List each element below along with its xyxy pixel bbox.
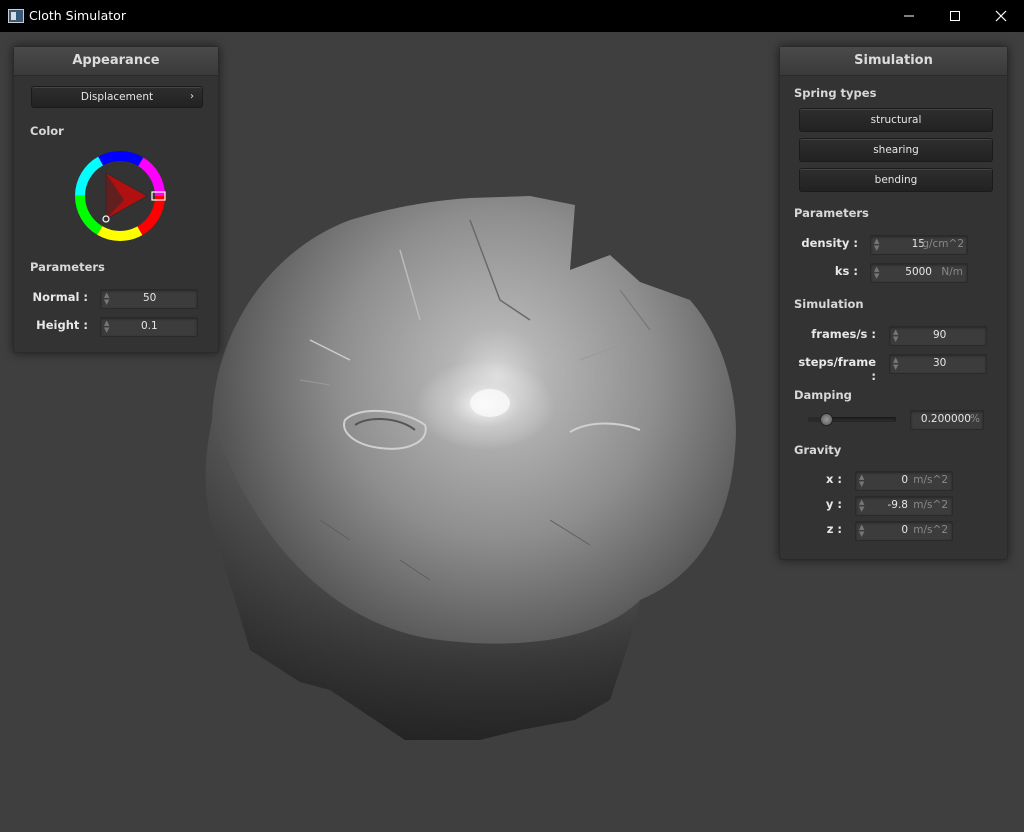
spinner-icon[interactable]: ▲ ▼ [859, 499, 867, 513]
appearance-panel: Appearance Displacement › Color Paramete… [13, 46, 219, 353]
normal-label: Normal : [32, 290, 88, 304]
steps-value: 30 [933, 357, 947, 369]
normal-value: 50 [143, 292, 157, 304]
minimize-button[interactable] [886, 0, 932, 32]
damping-unit: % [970, 413, 980, 425]
spinner-icon[interactable]: ▲ ▼ [893, 329, 901, 343]
simulation-panel: Simulation Spring types structural shear… [779, 46, 1008, 560]
gravity-x-value: 0 [901, 474, 908, 486]
maximize-button[interactable] [932, 0, 978, 32]
gravity-label: Gravity [794, 443, 842, 457]
minimize-icon [904, 15, 914, 17]
height-value: 0.1 [141, 320, 158, 332]
gravity-z-unit: m/s^2 [913, 524, 948, 536]
shader-dropdown-label: Displacement [80, 91, 154, 103]
damping-label: Damping [794, 388, 852, 402]
gravity-y-value: -9.8 [887, 499, 909, 511]
window-title: Cloth Simulator [29, 8, 126, 23]
structural-button[interactable]: structural [799, 108, 993, 132]
damping-value: 0.200000 [920, 413, 971, 425]
ks-unit: N/m [941, 266, 963, 278]
gravity-x-unit: m/s^2 [913, 474, 948, 486]
ks-label: ks : [834, 264, 858, 278]
spinner-icon[interactable]: ▲ ▼ [859, 524, 867, 538]
spinner-icon[interactable]: ▲ ▼ [874, 238, 882, 252]
damping-slider[interactable] [808, 413, 896, 426]
color-label: Color [30, 124, 64, 138]
spinner-icon[interactable]: ▲ ▼ [104, 292, 112, 306]
spring-types-label: Spring types [794, 86, 877, 100]
density-label: density : [801, 236, 858, 250]
gravity-x-label: x : [825, 472, 842, 486]
gravity-z-input[interactable]: ▲ ▼ 0 m/s^2 [855, 521, 953, 541]
density-unit: g/cm^2 [922, 238, 964, 250]
gravity-x-input[interactable]: ▲ ▼ 0 m/s^2 [855, 471, 953, 491]
ks-input[interactable]: ▲ ▼ 5000 N/m [870, 263, 968, 283]
damping-input[interactable]: 0.200000 % [910, 410, 984, 430]
spinner-icon[interactable]: ▲ ▼ [893, 357, 901, 371]
normal-input[interactable]: ▲ ▼ 50 [100, 289, 198, 309]
damping-slider-knob[interactable] [820, 413, 834, 426]
appearance-parameters-label: Parameters [30, 260, 105, 274]
maximize-icon [950, 11, 960, 21]
app-icon [8, 9, 24, 23]
bending-button[interactable]: bending [799, 168, 993, 192]
fps-value: 90 [933, 329, 947, 341]
fps-label: frames/s : [811, 327, 876, 341]
fps-input[interactable]: ▲ ▼ 90 [889, 326, 987, 346]
ks-value: 5000 [905, 266, 932, 278]
close-button[interactable] [978, 0, 1024, 32]
sim-parameters-label: Parameters [794, 206, 869, 220]
simulation-section-label: Simulation [794, 297, 864, 311]
height-label: Height : [36, 318, 88, 332]
close-icon [995, 10, 1007, 22]
steps-input[interactable]: ▲ ▼ 30 [889, 354, 987, 374]
cloth-sphere [205, 196, 736, 740]
density-input[interactable]: ▲ ▼ 15 g/cm^2 [870, 235, 968, 255]
gravity-z-value: 0 [901, 524, 908, 536]
height-input[interactable]: ▲ ▼ 0.1 [100, 317, 198, 337]
steps-label: steps/frame : [798, 355, 876, 383]
gravity-y-label: y : [825, 497, 842, 511]
gravity-z-label: z : [826, 522, 842, 536]
shader-dropdown[interactable]: Displacement › [31, 86, 203, 108]
color-wheel[interactable] [74, 150, 166, 242]
spinner-icon[interactable]: ▲ ▼ [859, 474, 867, 488]
appearance-title: Appearance [14, 47, 218, 76]
shearing-button[interactable]: shearing [799, 138, 993, 162]
spinner-icon[interactable]: ▲ ▼ [104, 320, 112, 334]
simulation-title: Simulation [780, 47, 1007, 76]
spinner-icon[interactable]: ▲ ▼ [874, 266, 882, 280]
title-bar[interactable]: Cloth Simulator [0, 0, 1024, 32]
gravity-y-input[interactable]: ▲ ▼ -9.8 m/s^2 [855, 496, 953, 516]
gravity-y-unit: m/s^2 [913, 499, 948, 511]
chevron-right-icon: › [190, 91, 194, 102]
